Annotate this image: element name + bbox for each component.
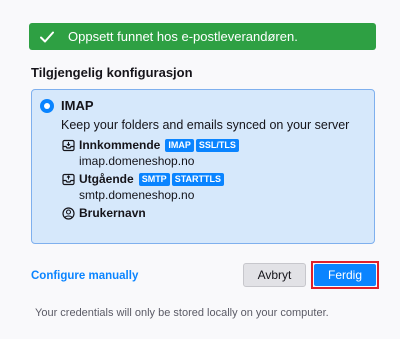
- protocol-description: Keep your folders and emails synced on y…: [61, 118, 350, 132]
- incoming-security-badge: SSL/TLS: [195, 138, 239, 152]
- outgoing-hostname: smtp.domeneshop.no: [79, 188, 195, 202]
- outgoing-label: Utgående: [79, 172, 134, 186]
- user-icon: [61, 206, 75, 220]
- success-banner: Oppsett funnet hos e-postleverandøren.: [29, 23, 376, 50]
- username-row: Brukernavn: [61, 206, 149, 220]
- configure-manually-link[interactable]: Configure manually: [31, 270, 138, 282]
- credentials-note: Your credentials will only be stored loc…: [35, 307, 329, 319]
- incoming-hostname: imap.domeneshop.no: [79, 154, 195, 168]
- outgoing-server-row: Utgående SMTP STARTTLS: [61, 172, 225, 186]
- radio-button-imap[interactable]: [40, 99, 54, 113]
- cancel-button[interactable]: Avbryt: [243, 263, 306, 287]
- radio-dot: [44, 103, 50, 109]
- incoming-server-row: Innkommende IMAP SSL/TLS: [61, 138, 239, 152]
- username-label: Brukernavn: [79, 206, 146, 220]
- outgoing-protocol-badge: SMTP: [138, 172, 170, 186]
- done-button[interactable]: Ferdig: [314, 264, 376, 286]
- incoming-label: Innkommende: [79, 138, 161, 152]
- outgoing-security-badge: STARTTLS: [171, 172, 225, 186]
- outbox-icon: [61, 172, 75, 186]
- section-title: Tilgjengelig konfigurasjon: [31, 65, 193, 80]
- config-option-imap[interactable]: IMAP Keep your folders and emails synced…: [31, 89, 375, 244]
- protocol-name: IMAP: [61, 98, 94, 113]
- banner-text: Oppsett funnet hos e-postleverandøren.: [68, 29, 298, 44]
- inbox-icon: [61, 138, 75, 152]
- incoming-protocol-badge: IMAP: [165, 138, 194, 152]
- check-icon: [40, 31, 60, 43]
